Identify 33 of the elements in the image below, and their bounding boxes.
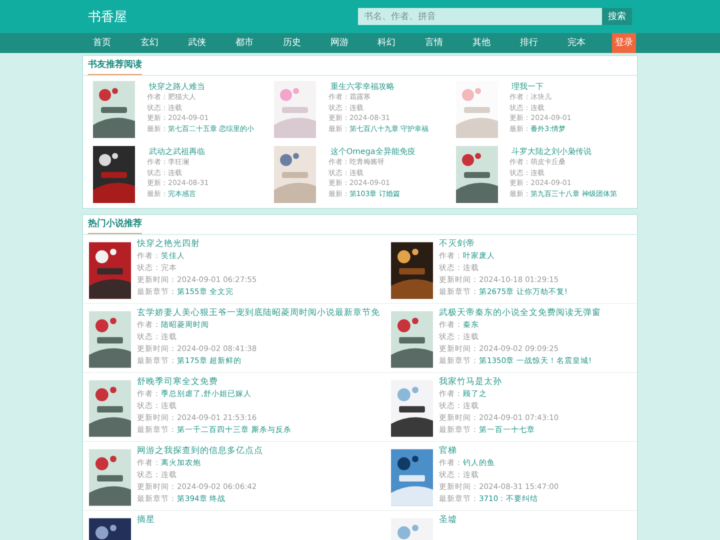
nav-link[interactable]: 武侠	[184, 33, 209, 53]
nav-link[interactable]: 排行	[517, 33, 542, 53]
book-title[interactable]: 摘星	[137, 515, 155, 526]
book-title[interactable]: 圣墟	[439, 515, 457, 526]
nav-link[interactable]: 网游	[327, 33, 352, 53]
book-title[interactable]: 重生六零幸福攻略	[330, 81, 429, 92]
nav-link[interactable]: 首页	[90, 33, 114, 53]
nav-link[interactable]: 其他	[470, 33, 494, 53]
section-title: 书友推荐阅读	[88, 58, 142, 75]
book-title[interactable]: 武极天帝秦东的小说全文免费阅读无弹窗	[439, 308, 601, 319]
book-title[interactable]: 网游之我探查到的信息多亿点点	[137, 446, 263, 457]
nav-link[interactable]: 历史	[280, 33, 304, 53]
site-logo[interactable]: 书香屋	[88, 8, 127, 26]
book-title[interactable]: 斗罗大陆之刘小枭传说	[512, 146, 617, 157]
book-title[interactable]: 快穿之艳光四射	[137, 239, 257, 250]
book-title[interactable]: 武动之武祖再临	[149, 146, 209, 157]
section-title: 热门小说推荐	[88, 217, 142, 234]
book-title[interactable]: 舒晚季司寒全文免费	[137, 377, 292, 388]
book-title[interactable]: 官梯	[439, 446, 559, 457]
book-title[interactable]: 理我一下	[512, 81, 572, 92]
search-field[interactable]: 书名、作者、拼音	[358, 8, 602, 25]
book-title[interactable]: 玄学娇妻人美心狠王爷一宠到底陆昭菱周时阅小说最新章节免	[137, 308, 380, 319]
book-title[interactable]: 这个Omega全异能免疫	[330, 146, 416, 157]
nav-link[interactable]: 言情	[422, 33, 446, 53]
book-title[interactable]: 我家竹马是太孙	[439, 377, 559, 388]
nav-link[interactable]: 完本	[564, 33, 589, 53]
login-button[interactable]: 登录	[612, 33, 636, 53]
book-title[interactable]: 不灭剑帝	[439, 239, 568, 250]
book-title[interactable]: 快穿之路人难当	[149, 81, 254, 92]
nav-link[interactable]: 都市	[232, 33, 256, 53]
nav-link[interactable]: 科幻	[374, 33, 399, 53]
nav-link[interactable]: 玄幻	[137, 33, 162, 53]
search-button[interactable]: 搜索	[602, 8, 632, 25]
